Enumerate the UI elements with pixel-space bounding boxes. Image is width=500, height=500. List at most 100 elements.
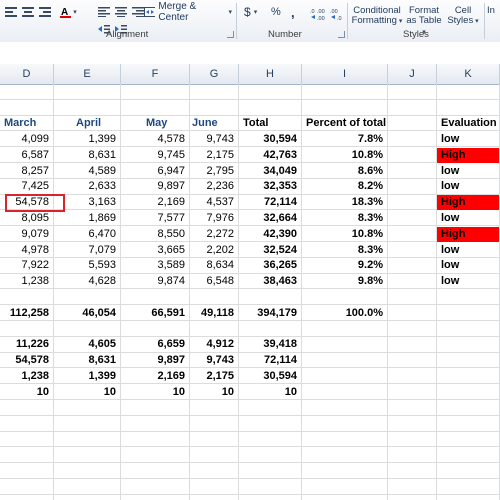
column-header-d[interactable]: D [0,64,54,84]
data-cell-may[interactable]: 3,589 [121,258,189,273]
data-cell-total[interactable]: 42,763 [239,148,301,163]
column-header-f[interactable]: F [121,64,190,84]
data-cell-pct[interactable]: 8.3% [302,243,387,258]
data-cell-june[interactable]: 8,634 [190,258,238,273]
evaluation-cell[interactable]: low [437,258,499,273]
data-cell-april[interactable]: 3,163 [54,195,120,210]
data-cell-may[interactable]: 6,947 [121,164,189,179]
stats-cell-april[interactable]: 4,605 [54,337,120,352]
stats-cell-june[interactable]: 4,912 [190,337,238,352]
data-cell-pct[interactable]: 8.2% [302,179,387,194]
data-cell-pct[interactable]: 10.8% [302,227,387,242]
data-cell-june[interactable]: 9,743 [190,132,238,147]
data-cell-june[interactable]: 6,548 [190,274,238,289]
evaluation-cell[interactable]: low [437,164,499,179]
data-cell-march[interactable]: 8,257 [0,164,53,179]
increase-decimal-icon[interactable]: .0.00.00 [309,5,329,23]
data-cell-may[interactable]: 8,550 [121,227,189,242]
data-cell-march[interactable]: 4,978 [0,243,53,258]
column-header-h[interactable]: H [239,64,302,84]
header-cell[interactable]: March [0,116,53,131]
total-cell-may[interactable]: 66,591 [121,306,189,321]
column-header-g[interactable]: G [190,64,239,84]
currency-format-button[interactable]: $ ▾ [241,3,271,21]
evaluation-cell[interactable]: High [437,227,499,242]
cell-styles-button[interactable]: Cell Styles ▾ [446,6,480,27]
data-cell-total[interactable]: 32,664 [239,211,301,226]
stats-cell-june[interactable]: 2,175 [190,369,238,384]
align-left-icon[interactable] [3,3,19,21]
stats-cell-may[interactable]: 9,897 [121,353,189,368]
evaluation-cell[interactable]: low [437,179,499,194]
evaluation-cell[interactable]: High [437,195,499,210]
data-cell-may[interactable]: 9,745 [121,148,189,163]
data-cell-march[interactable]: 1,238 [0,274,53,289]
data-cell-march[interactable]: 9,079 [0,227,53,242]
data-cell-pct[interactable]: 8.6% [302,164,387,179]
total-cell-april[interactable]: 46,054 [54,306,120,321]
evaluation-cell[interactable]: low [437,132,499,147]
align-center-icon[interactable] [20,3,36,21]
header-cell[interactable]: Total [239,116,301,131]
merge-center-button[interactable]: Merge & Center ▾ [141,1,235,23]
data-cell-total[interactable]: 30,594 [239,132,301,147]
stats-cell-total[interactable]: 72,114 [239,353,301,368]
data-cell-may[interactable]: 2,169 [121,195,189,210]
data-cell-march[interactable]: 6,587 [0,148,53,163]
align-text-left-icon[interactable] [96,3,112,21]
stats-cell-june[interactable]: 10 [190,385,238,400]
total-cell-pct[interactable]: 100.0% [302,306,387,321]
evaluation-cell[interactable]: low [437,274,499,289]
font-color-icon[interactable]: A ▾ [56,3,80,21]
data-cell-june[interactable]: 2,236 [190,179,238,194]
data-cell-pct[interactable]: 9.2% [302,258,387,273]
data-cell-april[interactable]: 4,628 [54,274,120,289]
header-cell[interactable]: April [54,116,120,131]
stats-cell-april[interactable]: 10 [54,385,120,400]
data-cell-total[interactable]: 32,353 [239,179,301,194]
stats-cell-total[interactable]: 10 [239,385,301,400]
data-cell-march[interactable]: 8,095 [0,211,53,226]
header-cell[interactable]: June [190,116,238,131]
data-cell-march[interactable]: 7,922 [0,258,53,273]
data-cell-april[interactable]: 6,470 [54,227,120,242]
data-cell-pct[interactable]: 9.8% [302,274,387,289]
stats-cell-march[interactable]: 10 [0,385,53,400]
total-cell-june[interactable]: 49,118 [190,306,238,321]
conditional-formatting-button[interactable]: Conditional Formatting ▾ [351,6,403,27]
data-cell-total[interactable]: 42,390 [239,227,301,242]
stats-cell-total[interactable]: 39,418 [239,337,301,352]
stats-cell-june[interactable]: 9,743 [190,353,238,368]
data-cell-april[interactable]: 1,399 [54,132,120,147]
evaluation-cell[interactable]: low [437,211,499,226]
data-cell-april[interactable]: 5,593 [54,258,120,273]
column-header-e[interactable]: E [54,64,121,84]
data-cell-total[interactable]: 72,114 [239,195,301,210]
data-cell-may[interactable]: 4,578 [121,132,189,147]
align-text-center-icon[interactable] [113,3,129,21]
column-header-j[interactable]: J [388,64,437,84]
column-header-k[interactable]: K [437,64,500,84]
column-header-i[interactable]: I [302,64,388,84]
insert-button[interactable]: In [487,6,500,16]
data-cell-total[interactable]: 34,049 [239,164,301,179]
stats-cell-march[interactable]: 11,226 [0,337,53,352]
total-cell-march[interactable]: 112,258 [0,306,53,321]
data-cell-june[interactable]: 4,537 [190,195,238,210]
stats-cell-may[interactable]: 10 [121,385,189,400]
formula-bar-area[interactable] [0,42,500,65]
data-cell-march[interactable]: 54,578 [0,195,53,210]
data-cell-april[interactable]: 7,079 [54,243,120,258]
stats-cell-march[interactable]: 54,578 [0,353,53,368]
worksheet-grid[interactable]: March April May June Total Percent of total Ev… [0,84,500,500]
data-cell-may[interactable]: 7,577 [121,211,189,226]
header-cell[interactable]: May [121,116,189,131]
data-cell-june[interactable]: 7,976 [190,211,238,226]
total-cell-total[interactable]: 394,179 [239,306,301,321]
stats-cell-may[interactable]: 2,169 [121,369,189,384]
percent-style-button[interactable]: % [268,3,288,21]
data-cell-may[interactable]: 9,874 [121,274,189,289]
decrease-decimal-icon[interactable]: .00.0 [329,5,349,23]
data-cell-april[interactable]: 1,869 [54,211,120,226]
data-cell-march[interactable]: 4,099 [0,132,53,147]
